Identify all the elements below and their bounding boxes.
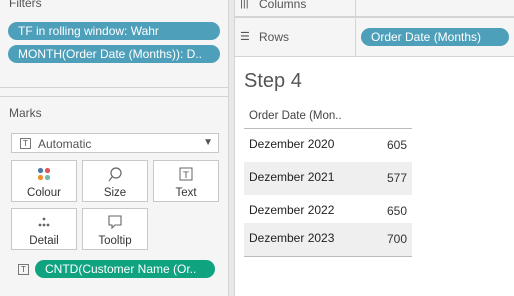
filter-pill-month-order-date[interactable]: MONTH(Order Date (Months)): D..	[8, 45, 220, 63]
row-date: Dezember 2022	[249, 203, 335, 217]
svg-text:T: T	[182, 171, 189, 181]
columns-label: Columns	[259, 0, 307, 11]
text-label: Text	[175, 187, 197, 199]
size-label: Size	[103, 187, 127, 199]
text-encoding-icon: T	[18, 264, 29, 275]
tooltip-icon	[83, 214, 147, 230]
columns-shelf[interactable]: ||| Columns	[235, 0, 514, 17]
rows-pill-order-date-months[interactable]: Order Date (Months)	[361, 28, 509, 46]
rows-label: Rows	[259, 30, 290, 44]
detail-label: Detail	[29, 235, 59, 247]
size-icon	[83, 166, 147, 182]
row-date: Dezember 2021	[249, 170, 335, 184]
colour-button[interactable]: Colour	[11, 160, 77, 202]
cntd-customer-name-pill[interactable]: CNTD(Customer Name (Or..	[35, 260, 215, 278]
table-row[interactable]: Dezember 2020 605	[244, 129, 412, 162]
filter-pill-tf-rolling-window[interactable]: TF in rolling window: Wahr	[8, 22, 220, 40]
view-title: Step 4	[244, 70, 302, 92]
table-row[interactable]: Dezember 2021 577	[244, 162, 412, 195]
text-icon: T	[154, 166, 218, 182]
columns-icon: |||	[240, 0, 249, 9]
chevron-down-icon: ▼	[203, 137, 213, 148]
size-button[interactable]: Size	[82, 160, 148, 202]
detail-button[interactable]: Detail	[11, 208, 77, 250]
rows-shelf-divider	[355, 18, 356, 56]
rows-shelf[interactable]: ☰ Rows Order Date (Months)	[235, 17, 514, 57]
tooltip-button[interactable]: Tooltip	[82, 208, 148, 250]
row-date: Dezember 2023	[249, 231, 335, 245]
tooltip-label: Tooltip	[98, 235, 132, 247]
text-button[interactable]: T Text	[153, 160, 219, 202]
detail-icon	[12, 214, 76, 230]
colour-label: Colour	[27, 187, 61, 199]
rows-icon: ☰	[240, 31, 250, 43]
row-value: 577	[386, 171, 407, 185]
colour-dots-icon	[12, 166, 76, 182]
view-canvas: Step 4 Order Date (Mon.. Dezember 2020 6…	[235, 57, 514, 296]
columns-shelf-divider	[355, 0, 356, 16]
row-date: Dezember 2020	[249, 137, 335, 151]
row-value: 650	[386, 204, 407, 218]
filters-title: Filters	[9, 0, 42, 10]
text-mark-icon: T	[20, 138, 31, 149]
left-panel: Filters TF in rolling window: Wahr MONTH…	[0, 0, 228, 296]
row-value: 700	[386, 232, 407, 246]
column-header-order-date[interactable]: Order Date (Mon..	[249, 110, 342, 122]
mark-type-label: Automatic	[38, 137, 92, 151]
footer-rule	[244, 256, 412, 257]
row-value: 605	[386, 138, 407, 152]
mark-type-dropdown[interactable]: T Automatic ▼	[11, 133, 219, 153]
panel-divider[interactable]	[228, 0, 235, 296]
marks-title: Marks	[9, 106, 42, 120]
marks-card: Marks T Automatic ▼ Colour Size T Text D…	[0, 96, 228, 296]
filters-card: Filters TF in rolling window: Wahr MONTH…	[0, 0, 228, 88]
table-row[interactable]: Dezember 2023 700	[244, 223, 412, 256]
